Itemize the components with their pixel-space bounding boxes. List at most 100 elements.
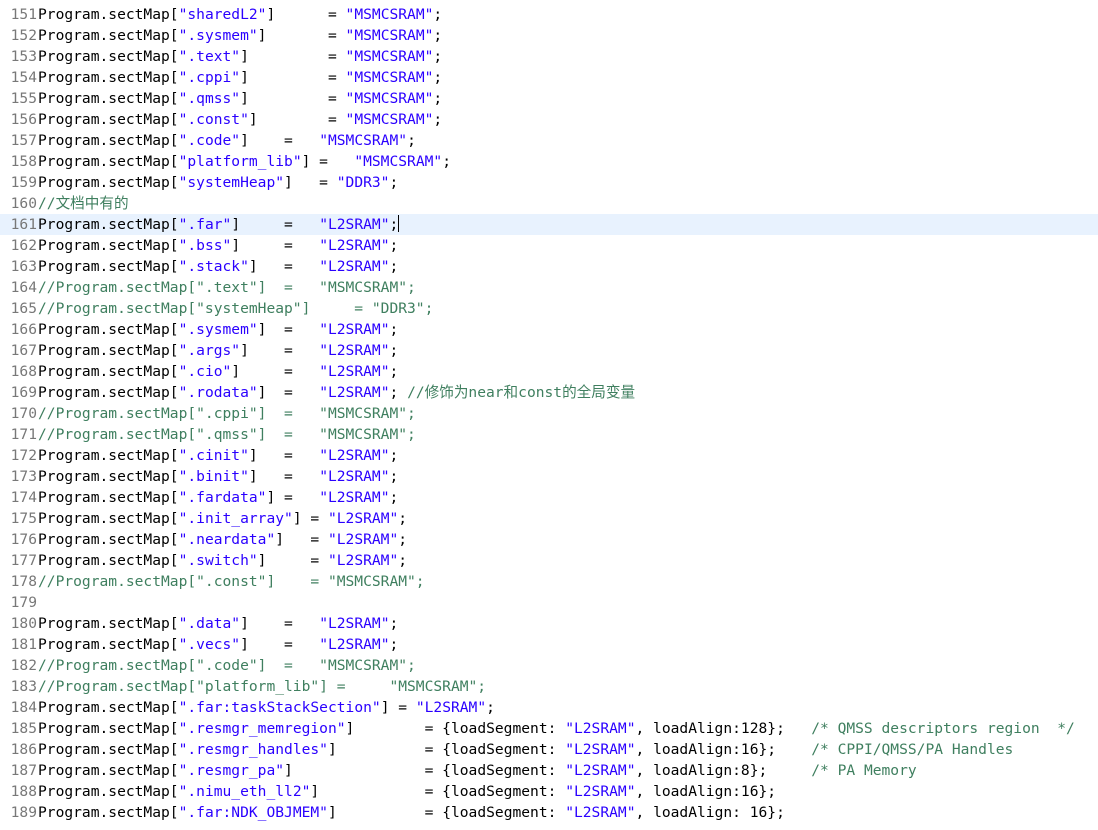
- code-token: ;: [433, 69, 443, 86]
- comment-token: //Program.sectMap[".text"] = "MSMCSRAM";: [38, 279, 416, 296]
- code-line[interactable]: 159Program.sectMap["systemHeap"] = "DDR3…: [0, 172, 1098, 193]
- line-code: Program.sectMap[".vecs"] = "L2SRAM";: [38, 636, 398, 653]
- code-line[interactable]: 178//Program.sectMap[".const"] = "MSMCSR…: [0, 571, 1098, 592]
- line-code: Program.sectMap[".stack"] = "L2SRAM";: [38, 258, 398, 275]
- code-line[interactable]: 169Program.sectMap[".rodata"] = "L2SRAM"…: [0, 382, 1098, 403]
- string-token: "L2SRAM": [319, 237, 390, 254]
- code-token: ] =: [240, 48, 346, 65]
- string-token: "L2SRAM": [319, 384, 390, 401]
- code-token: Program.sectMap[: [38, 69, 179, 86]
- line-number: 158: [10, 153, 37, 170]
- code-token: ;: [389, 468, 399, 485]
- string-token: "DDR3": [336, 174, 390, 191]
- code-token: ;: [407, 132, 416, 149]
- code-line[interactable]: 152Program.sectMap[".sysmem"] = "MSMCSRA…: [0, 25, 1098, 46]
- line-number: 170: [10, 405, 37, 422]
- code-line[interactable]: 163Program.sectMap[".stack"] = "L2SRAM";: [0, 256, 1098, 277]
- code-token: ;: [389, 174, 399, 191]
- code-line[interactable]: 172Program.sectMap[".cinit"] = "L2SRAM";: [0, 445, 1098, 466]
- string-token: "L2SRAM": [327, 510, 399, 527]
- string-token: ".cppi": [178, 69, 241, 86]
- code-line[interactable]: 154Program.sectMap[".cppi"] = "MSMCSRAM"…: [0, 67, 1098, 88]
- code-line[interactable]: 161Program.sectMap[".far"] = "L2SRAM";: [0, 214, 1098, 235]
- code-line[interactable]: 187Program.sectMap[".resmgr_pa"] = {load…: [0, 760, 1098, 781]
- string-token: "MSMCSRAM": [345, 111, 434, 128]
- code-line[interactable]: 176Program.sectMap[".neardata"] = "L2SRA…: [0, 529, 1098, 550]
- code-line[interactable]: 181Program.sectMap[".vecs"] = "L2SRAM";: [0, 634, 1098, 655]
- line-number: 153: [10, 48, 37, 65]
- code-token: ;: [433, 48, 443, 65]
- code-line[interactable]: 189Program.sectMap[".far:NDK_OBJMEM"] = …: [0, 802, 1098, 823]
- code-line[interactable]: 183//Program.sectMap["platform_lib"] = "…: [0, 676, 1098, 697]
- line-number: 168: [10, 363, 37, 380]
- code-line[interactable]: 156Program.sectMap[".const"] = "MSMCSRAM…: [0, 109, 1098, 130]
- code-line[interactable]: 175Program.sectMap[".init_array"] = "L2S…: [0, 508, 1098, 529]
- string-token: ".resmgr_pa": [178, 762, 285, 779]
- string-token: ".fardata": [178, 489, 267, 506]
- code-line[interactable]: 170//Program.sectMap[".cppi"] = "MSMCSRA…: [0, 403, 1098, 424]
- comment-token: //文档中有的: [38, 195, 129, 212]
- code-token: ] =: [240, 615, 320, 632]
- code-line[interactable]: 164//Program.sectMap[".text"] = "MSMCSRA…: [0, 277, 1098, 298]
- line-code: Program.sectMap["sharedL2"] = "MSMCSRAM"…: [38, 6, 442, 23]
- code-token: Program.sectMap[: [38, 216, 179, 233]
- code-line[interactable]: 185Program.sectMap[".resmgr_memregion"] …: [0, 718, 1098, 739]
- comment-token: //Program.sectMap[".qmss"] = "MSMCSRAM";: [38, 426, 416, 443]
- code-line[interactable]: 177Program.sectMap[".switch"] = "L2SRAM"…: [0, 550, 1098, 571]
- code-line[interactable]: 165//Program.sectMap["systemHeap"] = "DD…: [0, 298, 1098, 319]
- line-number: 182: [10, 657, 37, 674]
- code-token: ;: [433, 111, 443, 128]
- code-editor[interactable]: 151Program.sectMap["sharedL2"] = "MSMCSR…: [0, 0, 1098, 830]
- code-line[interactable]: 184Program.sectMap[".far:taskStackSectio…: [0, 697, 1098, 718]
- line-number: 184: [10, 699, 37, 716]
- code-line[interactable]: 166Program.sectMap[".sysmem"] = "L2SRAM"…: [0, 319, 1098, 340]
- code-line[interactable]: 167Program.sectMap[".args"] = "L2SRAM";: [0, 340, 1098, 361]
- code-line[interactable]: 168Program.sectMap[".cio"] = "L2SRAM";: [0, 361, 1098, 382]
- code-line[interactable]: 151Program.sectMap["sharedL2"] = "MSMCSR…: [0, 4, 1098, 25]
- code-line[interactable]: 186Program.sectMap[".resmgr_handles"] = …: [0, 739, 1098, 760]
- code-token: Program.sectMap[: [38, 762, 179, 779]
- comment-token: /* QMSS descriptors region */: [811, 720, 1075, 737]
- string-token: "MSMCSRAM": [345, 90, 434, 107]
- line-number: 156: [10, 111, 37, 128]
- line-code: //Program.sectMap[".qmss"] = "MSMCSRAM";: [38, 426, 416, 443]
- code-line[interactable]: 173Program.sectMap[".binit"] = "L2SRAM";: [0, 466, 1098, 487]
- string-token: ".resmgr_memregion": [178, 720, 346, 737]
- code-token: ] =: [231, 237, 320, 254]
- code-line[interactable]: 188Program.sectMap[".nimu_eth_ll2"] = {l…: [0, 781, 1098, 802]
- code-token: Program.sectMap[: [38, 258, 179, 275]
- code-line[interactable]: 179: [0, 592, 1098, 613]
- code-token: ;: [433, 90, 443, 107]
- string-token: "MSMCSRAM": [319, 132, 408, 149]
- line-code: //Program.sectMap["systemHeap"] = "DDR3"…: [38, 300, 433, 317]
- code-token: Program.sectMap[: [38, 384, 179, 401]
- code-line[interactable]: 174Program.sectMap[".fardata"] = "L2SRAM…: [0, 487, 1098, 508]
- code-token: ] =: [284, 174, 337, 191]
- code-line[interactable]: 180Program.sectMap[".data"] = "L2SRAM";: [0, 613, 1098, 634]
- code-line[interactable]: 153Program.sectMap[".text"] = "MSMCSRAM"…: [0, 46, 1098, 67]
- code-token: ;: [389, 321, 399, 338]
- code-line[interactable]: 182//Program.sectMap[".code"] = "MSMCSRA…: [0, 655, 1098, 676]
- line-number: 154: [10, 69, 37, 86]
- code-token: ;: [389, 237, 399, 254]
- line-number: 172: [10, 447, 37, 464]
- code-token: ] = {loadSegment:: [310, 783, 566, 800]
- code-line[interactable]: 157Program.sectMap[".code"] = "MSMCSRAM"…: [0, 130, 1098, 151]
- code-token: ] = {loadSegment:: [327, 804, 566, 821]
- comment-token: //Program.sectMap["platform_lib"] = "MSM…: [38, 678, 487, 695]
- line-code: Program.sectMap[".binit"] = "L2SRAM";: [38, 468, 398, 485]
- line-number: 151: [10, 6, 37, 23]
- code-token: Program.sectMap[: [38, 153, 179, 170]
- code-token: ] =: [266, 6, 346, 23]
- line-code: Program.sectMap[".code"] = "MSMCSRAM";: [38, 132, 416, 149]
- code-line[interactable]: 171//Program.sectMap[".qmss"] = "MSMCSRA…: [0, 424, 1098, 445]
- line-code: //Program.sectMap[".cppi"] = "MSMCSRAM";: [38, 405, 416, 422]
- code-line[interactable]: 160//文档中有的: [0, 193, 1098, 214]
- code-line[interactable]: 158Program.sectMap["platform_lib"] = "MS…: [0, 151, 1098, 172]
- code-line[interactable]: 155Program.sectMap[".qmss"] = "MSMCSRAM"…: [0, 88, 1098, 109]
- code-line[interactable]: 162Program.sectMap[".bss"] = "L2SRAM";: [0, 235, 1098, 256]
- code-token: Program.sectMap[: [38, 321, 179, 338]
- line-code: Program.sectMap[".resmgr_handles"] = {lo…: [38, 741, 1013, 758]
- code-token: Program.sectMap[: [38, 90, 179, 107]
- text-cursor: [398, 215, 400, 232]
